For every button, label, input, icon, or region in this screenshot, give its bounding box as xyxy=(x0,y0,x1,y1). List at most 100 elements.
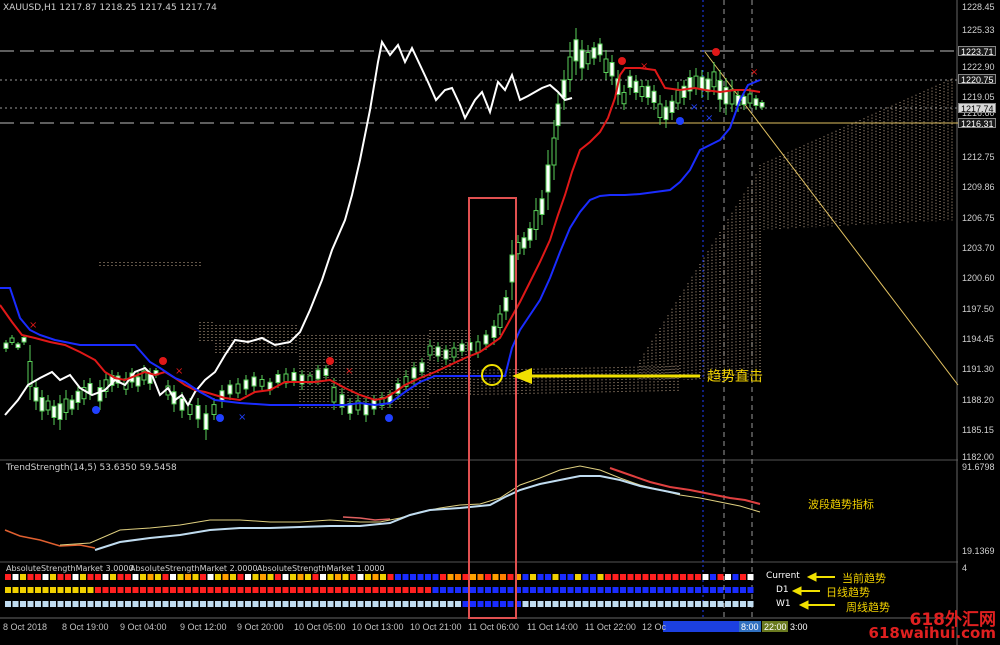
time-axis-label: 9 Oct 04:00 xyxy=(120,622,167,632)
asm-dot xyxy=(710,587,716,593)
asm-dot xyxy=(635,601,641,607)
candle-body xyxy=(639,86,645,97)
price-axis-label: 1185.15 xyxy=(962,425,994,435)
blue-dot xyxy=(92,406,100,414)
asm-dot xyxy=(27,587,34,593)
asm-dot xyxy=(125,601,131,607)
asm-dot xyxy=(125,587,131,593)
asm-dot xyxy=(717,601,724,607)
asm-dot xyxy=(282,587,289,593)
asm-dot xyxy=(342,574,349,580)
asm-dot xyxy=(740,574,746,580)
blue-x: × xyxy=(238,412,246,423)
asm-dot xyxy=(342,587,349,593)
candle-body xyxy=(545,164,551,193)
asm-dot xyxy=(87,574,94,580)
asm-dot xyxy=(530,574,536,580)
candle-body xyxy=(603,58,609,73)
asm-dot xyxy=(447,587,454,593)
symbol-header: XAUUSD,H1 1217.87 1218.25 1217.45 1217.7… xyxy=(3,3,217,13)
asm-dot xyxy=(477,587,484,593)
candle-body xyxy=(591,47,597,59)
candle-body xyxy=(323,368,329,376)
asm-dot xyxy=(657,587,664,593)
asm-dot xyxy=(447,601,454,607)
asm-dot xyxy=(335,587,341,593)
candle-body xyxy=(21,337,27,343)
candle-body xyxy=(717,80,723,100)
asm-dot xyxy=(185,574,191,580)
candle-body xyxy=(627,75,633,88)
asm-dot xyxy=(387,574,394,580)
asm-dot xyxy=(155,601,161,607)
asm-dot xyxy=(380,601,386,607)
asm-dot xyxy=(410,574,416,580)
asm-dot xyxy=(245,601,251,607)
asm-dot xyxy=(605,587,611,593)
candle-body xyxy=(723,86,729,105)
candle-body xyxy=(411,367,417,379)
asm-dot xyxy=(320,587,326,593)
asm-dot xyxy=(65,587,71,593)
asm-dot xyxy=(672,574,679,580)
price-axis-label: 1212.75 xyxy=(962,152,995,162)
price-axis-label: 1225.33 xyxy=(962,25,995,35)
red-x: × xyxy=(345,366,353,377)
asm-dot xyxy=(260,601,266,607)
time-axis-label: 8 Oct 19:00 xyxy=(62,622,109,632)
candle-body xyxy=(567,56,573,80)
asm-dot xyxy=(282,574,289,580)
asm-dot xyxy=(387,601,394,607)
asm-dot xyxy=(5,574,11,580)
asm-d1-label: D1 xyxy=(776,585,789,595)
candle-body xyxy=(753,98,759,106)
asm-dot xyxy=(20,601,26,607)
candle-body xyxy=(45,400,51,411)
red-dot xyxy=(712,48,720,56)
asm-dot xyxy=(65,601,71,607)
asm-dot xyxy=(425,601,431,607)
candle-body xyxy=(195,405,201,420)
asm-dot xyxy=(57,601,64,607)
asm-dot xyxy=(267,587,274,593)
asm-dot xyxy=(650,601,656,607)
asm-dot xyxy=(747,601,754,607)
candle-body xyxy=(573,39,579,62)
candle-body xyxy=(497,313,503,328)
asm-dot xyxy=(12,587,19,593)
time-axis-label: 9 Oct 12:00 xyxy=(180,622,227,632)
time-axis-label: 3:00 xyxy=(790,622,808,632)
asm-dot xyxy=(395,601,401,607)
asm-dot xyxy=(492,574,499,580)
asm-dot xyxy=(387,587,394,593)
asm-dot xyxy=(440,587,446,593)
asm-dot xyxy=(492,587,499,593)
asm-dot xyxy=(440,601,446,607)
candle-body xyxy=(597,43,603,56)
asm-dot xyxy=(185,587,191,593)
candle-body xyxy=(39,397,45,412)
asm-dot xyxy=(35,601,41,607)
asm-dot xyxy=(282,601,289,607)
time-axis-label: 22:00 xyxy=(764,622,787,632)
asm-d1-cn: 日线趋势 xyxy=(826,586,870,599)
asm-dot xyxy=(252,587,259,593)
candle-body xyxy=(187,404,193,416)
price-axis-label: 1182.00 xyxy=(962,452,994,462)
asm-dot xyxy=(552,601,559,607)
asm-dot xyxy=(627,587,634,593)
time-axis-label: 10 Oct 13:00 xyxy=(352,622,404,632)
asm-dot xyxy=(425,574,431,580)
asm-dot xyxy=(627,574,634,580)
asm-dot xyxy=(627,601,634,607)
candle-body xyxy=(633,80,639,93)
asm-dot xyxy=(102,601,109,607)
asm-dot xyxy=(522,574,529,580)
asm-dot xyxy=(57,587,64,593)
asm-dot xyxy=(417,574,424,580)
asm-dot xyxy=(230,601,236,607)
chart-canvas[interactable]: × × × × × × × × xyxy=(0,0,1000,645)
price-axis-label: 1191.30 xyxy=(962,364,994,374)
asm-dot xyxy=(642,587,649,593)
asm-dot xyxy=(87,587,94,593)
